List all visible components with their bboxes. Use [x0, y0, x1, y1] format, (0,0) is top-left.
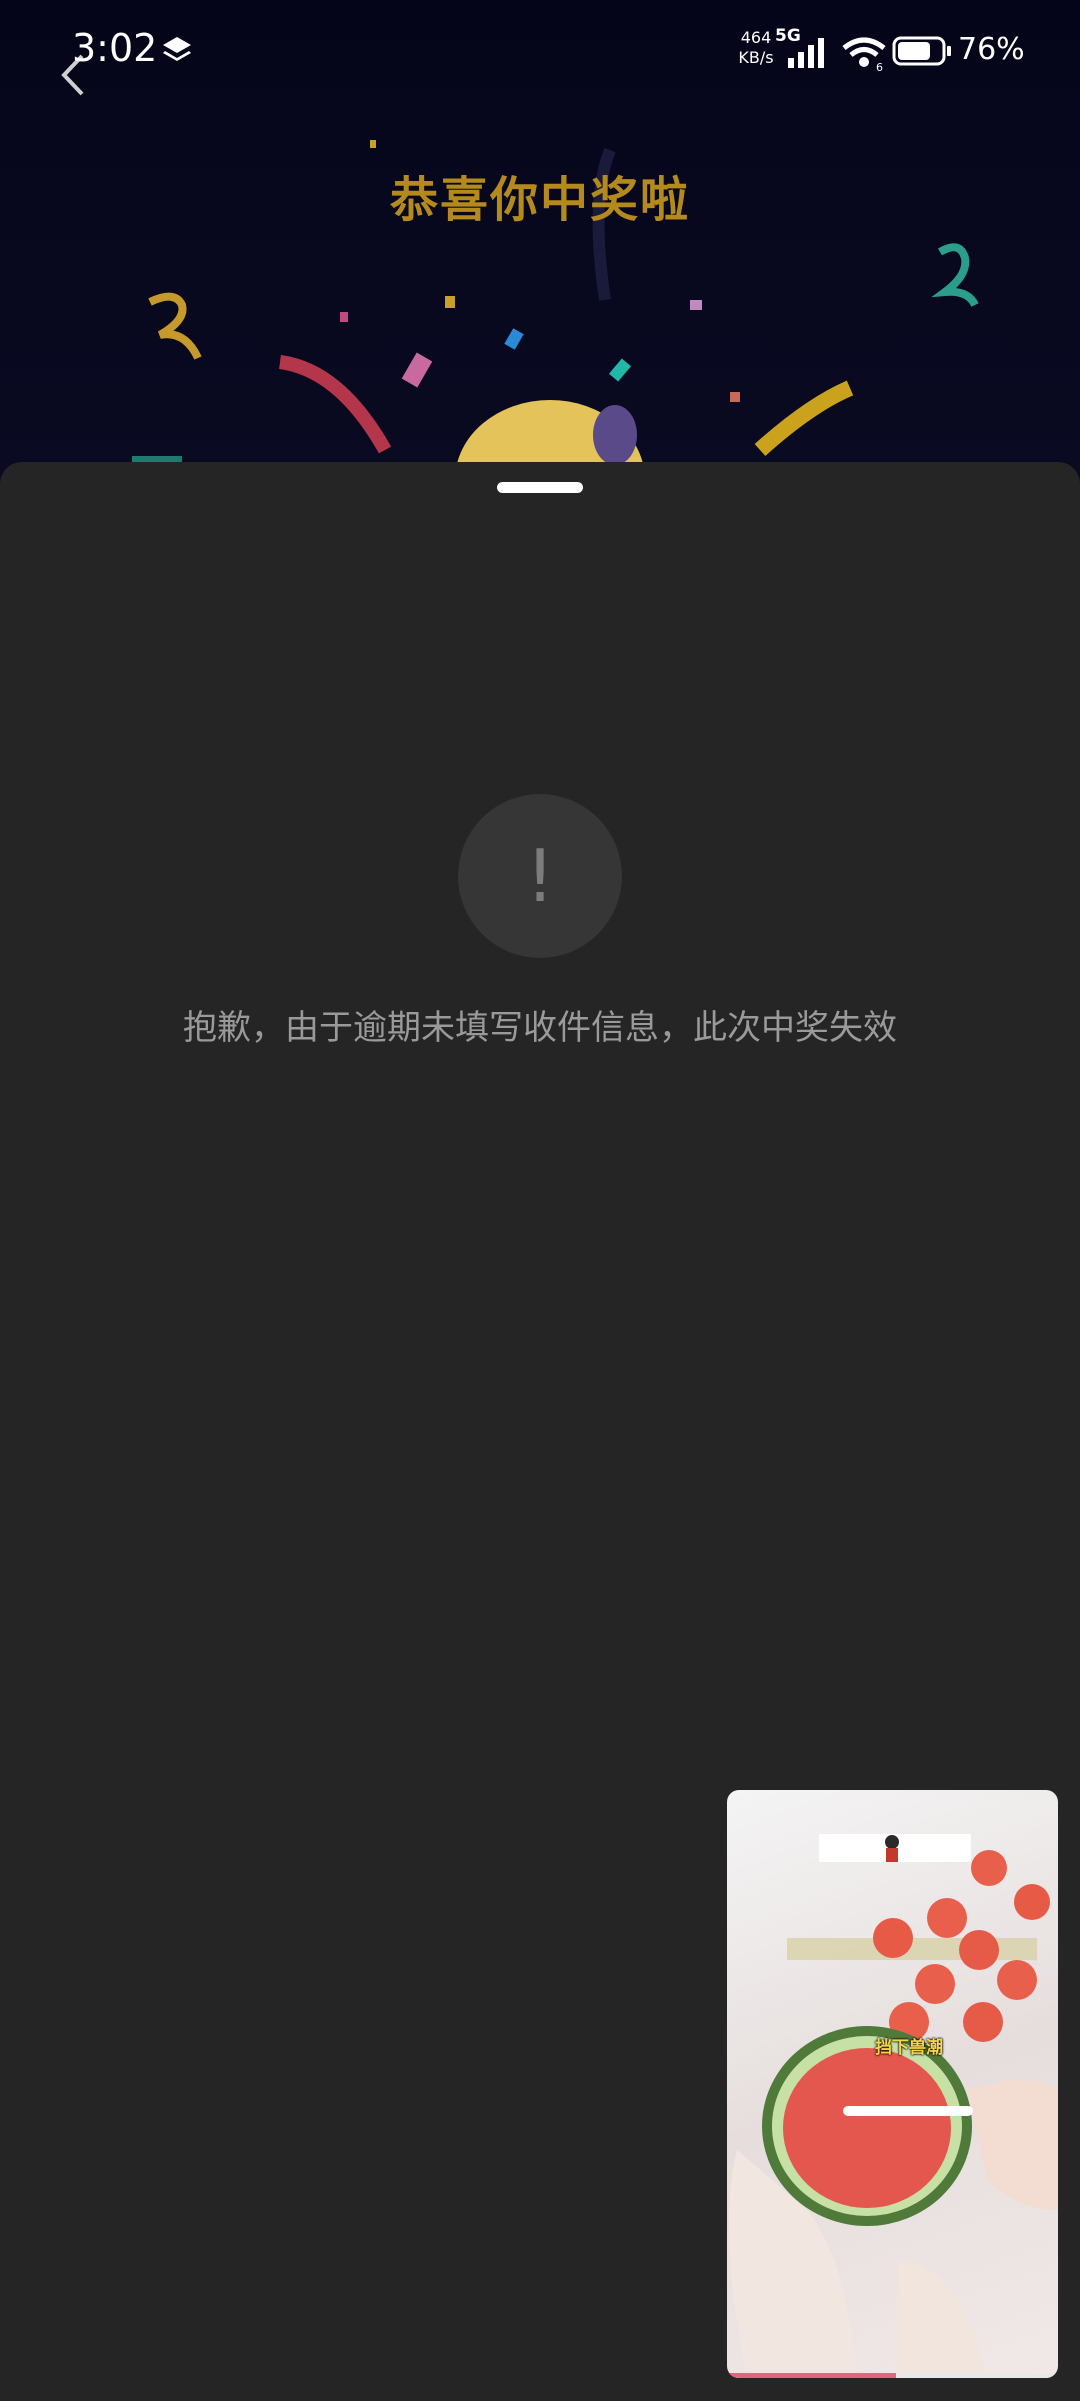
sheet-drag-handle[interactable] [497, 482, 583, 493]
status-time: 3:02 [72, 26, 158, 70]
video-caption: 挡下兽潮 [875, 2038, 943, 2058]
svg-text:6: 6 [876, 61, 883, 72]
battery-percent: 76% [958, 32, 1025, 67]
expired-prize-message: 抱歉，由于逾期未填写收件信息，此次中奖失效 [183, 1008, 897, 1048]
video-progress-fill [727, 2373, 896, 2378]
network-speed: 464 KB/s [732, 28, 780, 68]
video-frame-thumbnail [729, 1834, 1058, 2378]
status-bar: 3:02 464 KB/s 5G 6 76% [0, 0, 1080, 100]
wifi-icon: 6 [842, 37, 886, 72]
layers-icon [163, 37, 191, 61]
screen: 恭喜你中奖啦 3:02 464 KB/s 5G 6 76% ! 抱歉，由于逾期未… [0, 0, 1080, 2401]
cartoon-character-icon [885, 1835, 899, 1862]
battery-icon [892, 36, 951, 66]
network-speed-unit: KB/s [738, 48, 774, 67]
network-speed-value: 464 [740, 28, 772, 47]
alert-icon: ! [458, 794, 622, 958]
floating-video-window[interactable]: 挡下兽潮 [727, 1790, 1058, 2378]
congrats-title: 恭喜你中奖啦 [389, 172, 690, 228]
signal-icon [788, 38, 824, 68]
